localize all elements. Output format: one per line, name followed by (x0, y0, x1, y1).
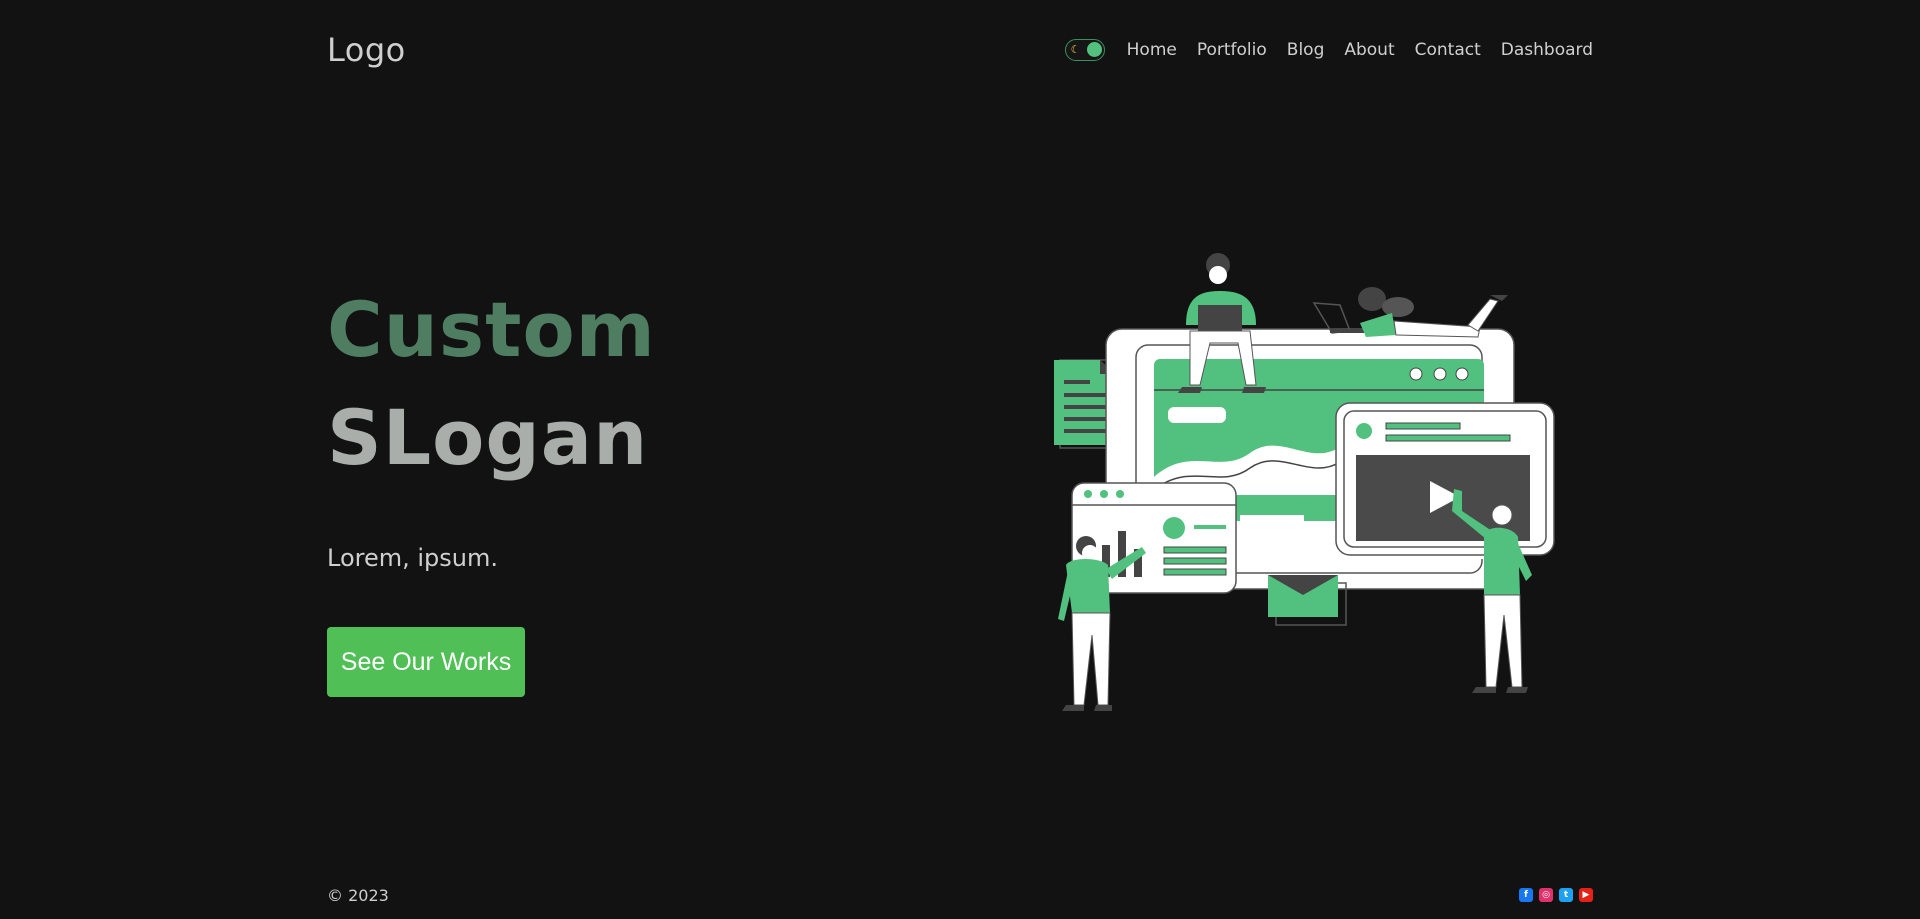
youtube-icon[interactable]: ▶ (1579, 888, 1593, 902)
nav-link-portfolio[interactable]: Portfolio (1197, 40, 1267, 60)
twitter-icon[interactable]: t (1559, 888, 1573, 902)
see-our-works-button[interactable]: See Our Works (327, 627, 525, 697)
facebook-icon[interactable]: f (1519, 888, 1533, 902)
envelope-illustration (1268, 575, 1347, 626)
nav-link-contact[interactable]: Contact (1415, 40, 1481, 60)
nav-link-blog[interactable]: Blog (1287, 40, 1325, 60)
theme-toggle[interactable]: ☾ (1064, 39, 1105, 61)
nav-links: Home Portfolio Blog About Contact Dashbo… (1127, 40, 1593, 60)
moon-icon: ☾ (1070, 43, 1081, 56)
hero-illustration (1054, 253, 1555, 711)
navbar: Logo ☾ Home Portfolio Blog About Contact… (327, 28, 1593, 72)
toggle-knob (1086, 42, 1102, 57)
hero-subtitle: SLogan (327, 393, 649, 482)
person-left-illustration (1058, 536, 1146, 711)
footer: © 2023 f ◎ t ▶ (327, 880, 1593, 910)
logo[interactable]: Logo (327, 31, 406, 69)
nav-link-home[interactable]: Home (1127, 40, 1177, 60)
nav-link-dashboard[interactable]: Dashboard (1501, 40, 1593, 60)
nav-link-about[interactable]: About (1344, 40, 1394, 60)
video-card-illustration (1335, 402, 1555, 556)
hero-tagline: Lorem, ipsum. (327, 544, 498, 572)
instagram-icon[interactable]: ◎ (1539, 888, 1553, 902)
copyright: © 2023 (327, 885, 389, 905)
social-links: f ◎ t ▶ (1519, 888, 1593, 902)
nav-right: ☾ Home Portfolio Blog About Contact Dash… (1064, 39, 1593, 61)
hero-title: Custom (327, 285, 656, 374)
person-lying-illustration (1312, 287, 1508, 338)
